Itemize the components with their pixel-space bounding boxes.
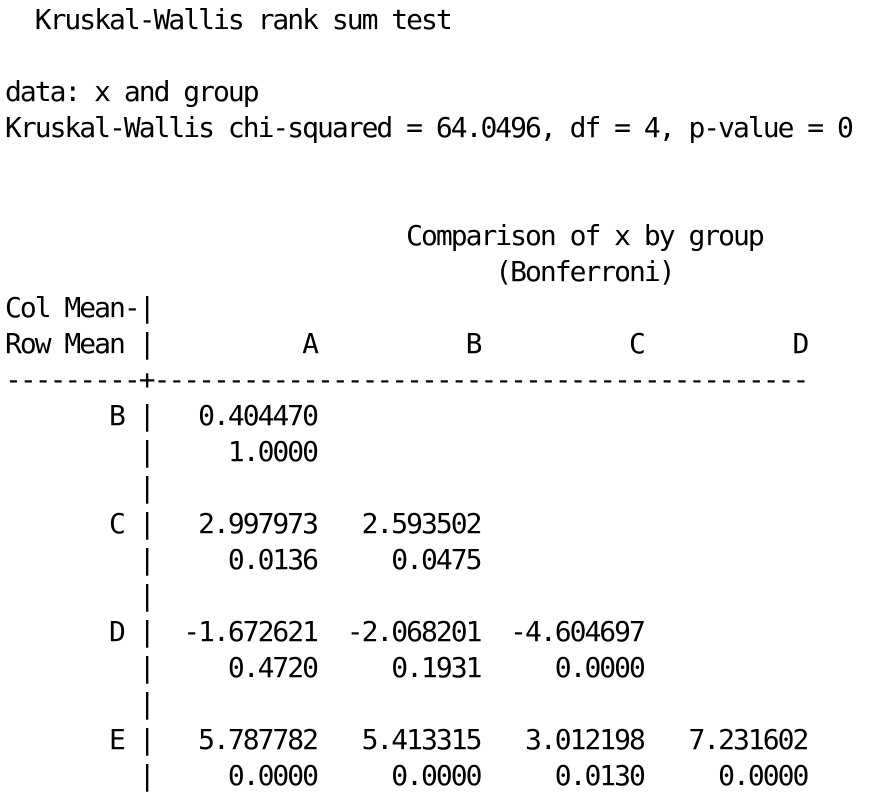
data-line: data: x and group [5,75,260,108]
table-row-pvalues: | 1.0000 [5,435,319,468]
table-row-pvalues: | 0.4720 0.1931 0.0000 [5,651,646,684]
table-separator: ---------+------------------------------… [5,363,809,396]
table-row-values: E | 5.787782 5.413315 3.012198 7.231602 [5,723,809,756]
table-row-pvalues: | 0.0000 0.0000 0.0130 0.0000 [5,759,810,792]
table-row-values: D | -1.672621 -2.068201 -4.604697 [5,615,646,648]
test-title: Kruskal-Wallis rank sum test [5,3,453,36]
table-row-spacer: | [5,579,156,612]
comparison-title: Comparison of x by group [5,219,765,252]
table-row-spacer: | [5,471,156,504]
table-row-pvalues: | 0.0136 0.0475 [5,543,483,576]
table-row-spacer: | [5,687,156,720]
comparison-subtitle: (Bonferroni) [5,255,675,288]
table-header-col-mean: Col Mean-| [5,291,156,324]
table-header-row-mean: Row Mean | A B C D [5,327,809,360]
statistic-line: Kruskal-Wallis chi-squared = 64.0496, df… [5,111,854,144]
table-row-values: C | 2.997973 2.593502 [5,507,482,540]
console-output: Kruskal-Wallis rank sum test data: x and… [5,2,854,794]
table-row-values: B | 0.404470 [5,399,319,432]
